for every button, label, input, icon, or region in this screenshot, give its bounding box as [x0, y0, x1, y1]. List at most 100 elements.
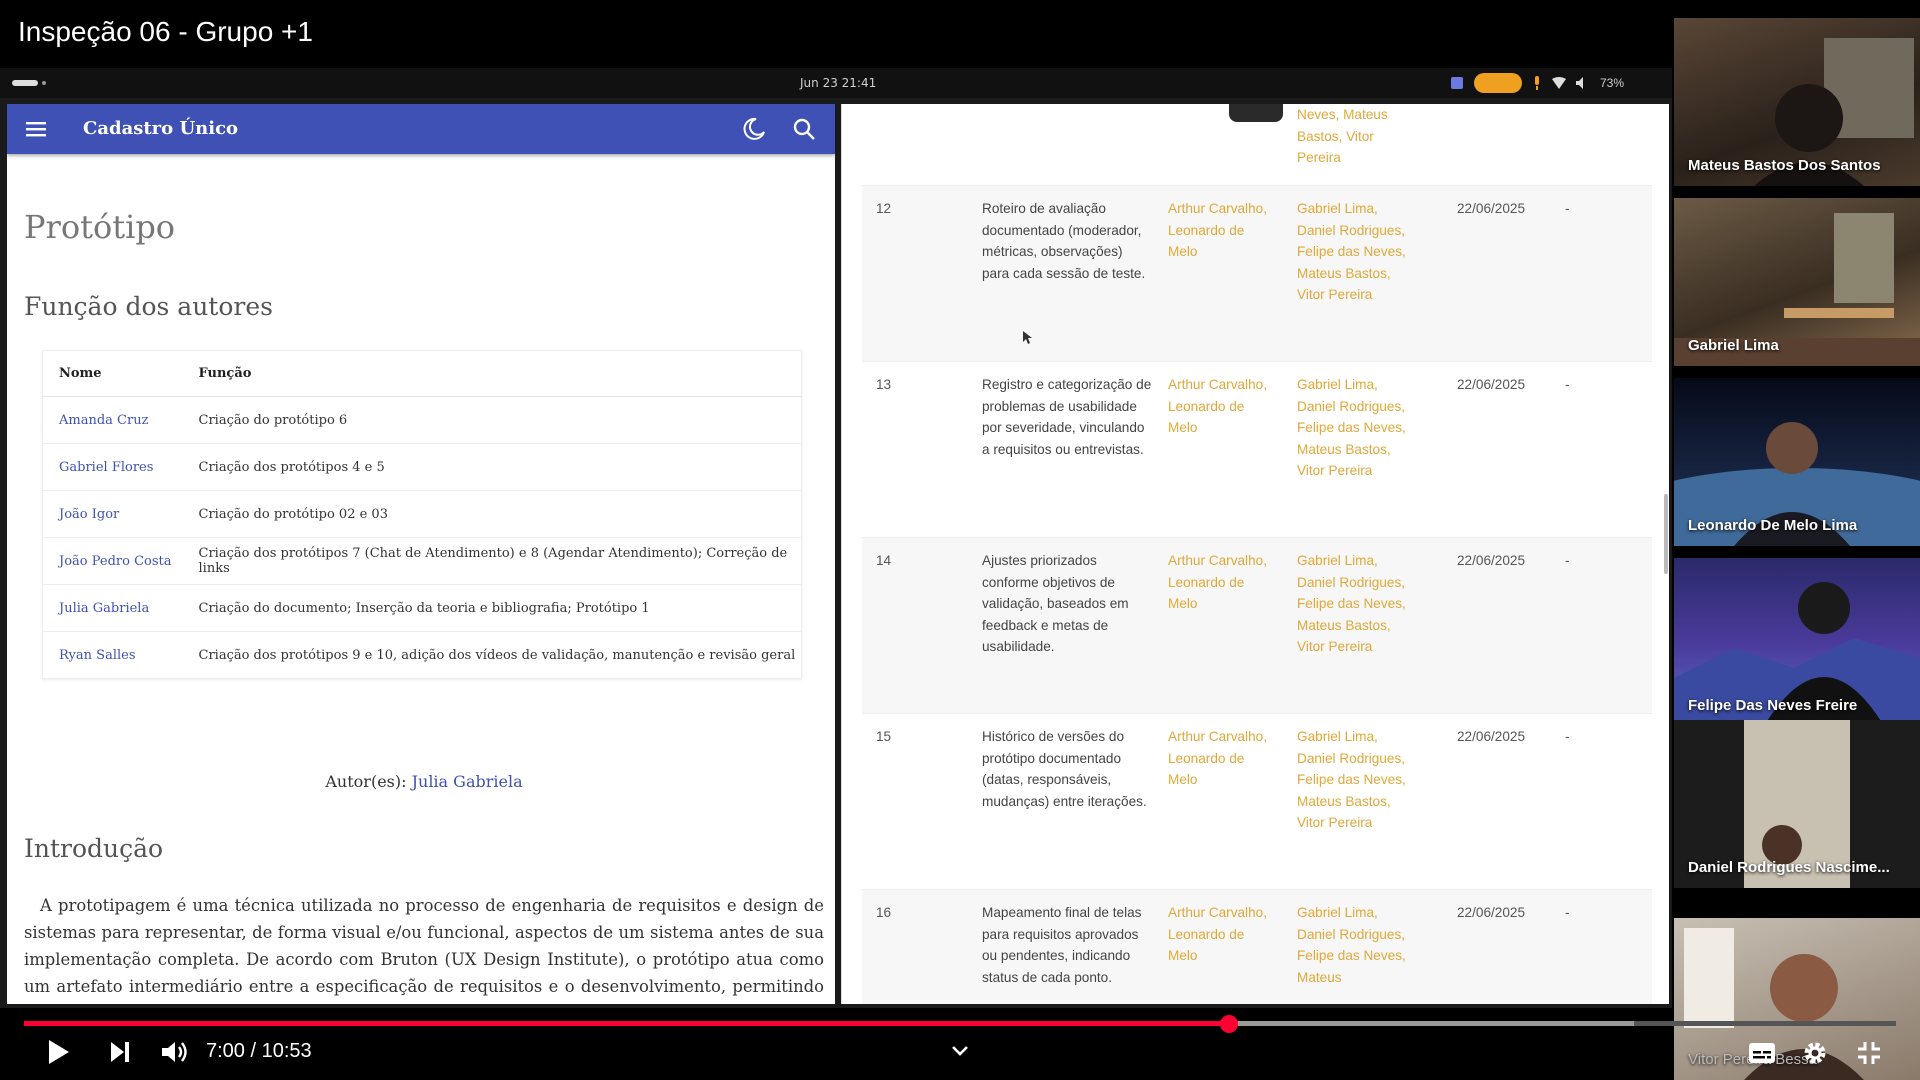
mic-icon — [1535, 76, 1539, 90]
table-row: 14 Ajustes priorizados conforme objetivo… — [862, 538, 1652, 714]
play-icon[interactable] — [44, 1038, 72, 1066]
participants-links[interactable]: Gabriel Lima, Daniel Rodrigues, Felipe d… — [1297, 726, 1407, 834]
row-extra: - — [1565, 553, 1570, 568]
participants-links[interactable]: Gabriel Lima, Daniel Rodrigues, Felipe d… — [1297, 374, 1407, 482]
authors-table: Nome Função Amanda Cruz Criação do protót… — [42, 350, 802, 679]
author-role: Criação do protótipo 6 — [182, 396, 802, 444]
table-row: João Pedro Costa Criação dos protótipos 7… — [42, 537, 802, 585]
status-datetime: Jun 23 21:41 — [800, 76, 877, 90]
row-date: 22/06/2025 — [1457, 905, 1526, 920]
row-description: Histórico de versões do protótipo docume… — [982, 729, 1147, 809]
row-description: Registro e categorização de problemas de… — [982, 377, 1152, 457]
table-row: 16 Mapeamento final de telas para requis… — [862, 890, 1652, 1004]
author-name-link[interactable]: Gabriel Flores — [42, 443, 183, 491]
participants-links[interactable]: Gabriel Lima, Daniel Rodrigues, Felipe d… — [1297, 550, 1407, 658]
participant-name: Leonardo De Melo Lima — [1688, 517, 1858, 534]
table-row: Amanda Cruz Criação do protótipo 6 — [42, 396, 802, 444]
volume-icon[interactable] — [160, 1040, 188, 1064]
playback-time: 7:00 / 10:53 — [206, 1040, 312, 1063]
table-row: 15 Histórico de versões do protótipo doc… — [862, 714, 1652, 890]
table-row: Ryan Salles Criação dos protótipos 9 e 10… — [42, 631, 802, 679]
intro-paragraph: A prototipagem é uma técnica utilizada n… — [24, 896, 824, 996]
next-icon[interactable] — [108, 1040, 132, 1064]
author-role: Criação do protótipo 02 e 03 — [182, 490, 802, 538]
wifi-icon — [1552, 77, 1566, 89]
column-header-name: Nome — [42, 350, 183, 397]
responsible-links[interactable]: Arthur Carvalho, Leonardo de Melo — [1168, 374, 1268, 439]
search-icon[interactable] — [791, 116, 817, 142]
row-extra: - — [1565, 729, 1570, 744]
moon-icon[interactable] — [741, 116, 767, 142]
progress-scrubber[interactable] — [1220, 1015, 1238, 1033]
author-link[interactable]: Julia Gabriela — [412, 772, 523, 791]
participant-name: Daniel Rodrigues Nascime... — [1688, 859, 1890, 876]
table-row: João Igor Criação do protótipo 02 e 03 — [42, 490, 802, 538]
section-heading-intro: Introdução — [24, 834, 164, 863]
participant-tile[interactable]: Mateus Bastos Dos Santos — [1674, 18, 1920, 186]
video-title: Inspeção 06 - Grupo +1 — [18, 16, 313, 47]
progress-played — [24, 1021, 1229, 1026]
table-row: 13 Registro e categorização de problemas… — [862, 362, 1652, 538]
chevron-down-icon[interactable] — [950, 1044, 970, 1058]
status-icons: 73% — [1450, 73, 1624, 93]
participant-tile[interactable]: Felipe Das Neves Freire — [1674, 558, 1920, 726]
author-name-link[interactable]: João Pedro Costa — [42, 537, 183, 585]
row-extra: - — [1565, 377, 1570, 392]
row-number: 13 — [876, 377, 892, 392]
row-description: Roteiro de avaliação documentado (modera… — [982, 201, 1146, 281]
time-total: 10:53 — [261, 1040, 312, 1062]
participant-tile[interactable]: Daniel Rodrigues Nascime... — [1674, 720, 1920, 888]
participant-name: Gabriel Lima — [1688, 337, 1779, 354]
responsible-links[interactable]: Arthur Carvalho, Leonardo de Melo — [1168, 902, 1268, 967]
row-number: 15 — [876, 729, 892, 744]
responsible-links[interactable]: Arthur Carvalho, Leonardo de Melo — [1168, 726, 1268, 791]
status-dot — [42, 81, 46, 85]
shared-screen: Jun 23 21:41 73% Cadastro Único Protótip… — [0, 68, 1672, 1008]
author-role: Criação do documento; Inserção da teoria… — [182, 584, 802, 632]
participant-tile[interactable]: Leonardo De Melo Lima — [1674, 378, 1920, 546]
table-header-row: Nome Função — [42, 350, 802, 397]
battery-level: 73% — [1600, 76, 1625, 90]
gear-icon[interactable] — [1802, 1040, 1828, 1066]
author-name-link[interactable]: Ryan Salles — [42, 631, 183, 679]
row-number: 16 — [876, 905, 892, 920]
video-player[interactable]: Inspeção 06 - Grupo +1 Jun 23 21:41 73% … — [0, 0, 1920, 1080]
row-date: 22/06/2025 — [1457, 201, 1526, 216]
row-date: 22/06/2025 — [1457, 553, 1526, 568]
author-label: Autor(es): — [325, 772, 412, 791]
row-number: 14 — [876, 553, 892, 568]
author-role: Criação dos protótipos 4 e 5 — [182, 443, 802, 491]
table-row: 12 Roteiro de avaliação documentado (mod… — [862, 186, 1652, 362]
row-date: 22/06/2025 — [1457, 377, 1526, 392]
author-line: Autor(es): Julia Gabriela — [24, 772, 824, 791]
progress-bar[interactable] — [24, 1015, 1896, 1033]
exit-fullscreen-icon[interactable] — [1856, 1040, 1882, 1066]
device-status-bar: Jun 23 21:41 73% — [0, 68, 1672, 98]
row-date: 22/06/2025 — [1457, 729, 1526, 744]
responsible-links[interactable]: Arthur Carvalho, Leonardo de Melo — [1168, 550, 1268, 615]
app-title: Cadastro Único — [83, 118, 239, 139]
participants-links[interactable]: Gabriel Lima, Daniel Rodrigues, Felipe d… — [1297, 902, 1407, 988]
time-current: 7:00 — [206, 1040, 245, 1062]
captions-icon[interactable] — [1748, 1042, 1776, 1064]
author-name-link[interactable]: Amanda Cruz — [42, 396, 183, 444]
table-row-partial: Neves, Mateus Bastos, Vitor Pereira — [862, 104, 1652, 186]
participant-tile[interactable]: Gabriel Lima — [1674, 198, 1920, 366]
scrollbar[interactable] — [1664, 494, 1668, 574]
author-name-link[interactable]: Julia Gabriela — [42, 584, 183, 632]
table-row: Julia Gabriela Criação do documento; Inse… — [42, 584, 802, 632]
table-row: Gabriel Flores Criação dos protótipos 4 e… — [42, 443, 802, 491]
author-name-link[interactable]: João Igor — [42, 490, 183, 538]
row-extra: - — [1565, 905, 1570, 920]
author-role: Criação dos protótipos 7 (Chat de Atendi… — [182, 537, 802, 585]
participants-links[interactable]: Gabriel Lima, Daniel Rodrigues, Felipe d… — [1297, 198, 1407, 306]
hamburger-icon[interactable] — [23, 116, 49, 142]
row-description: Ajustes priorizados conforme objetivos d… — [982, 553, 1129, 654]
participants-cell[interactable]: Neves, Mateus Bastos, Vitor Pereira — [1297, 104, 1407, 169]
app-bar: Cadastro Único — [7, 104, 835, 154]
participant-tile[interactable]: Vitor Pereira Bessa — [1674, 918, 1920, 1080]
participant-name: Felipe Das Neves Freire — [1688, 697, 1858, 714]
accessibility-icon — [1451, 77, 1463, 89]
responsible-links[interactable]: Arthur Carvalho, Leonardo de Melo — [1168, 198, 1268, 263]
volume-status-icon — [1576, 77, 1583, 89]
